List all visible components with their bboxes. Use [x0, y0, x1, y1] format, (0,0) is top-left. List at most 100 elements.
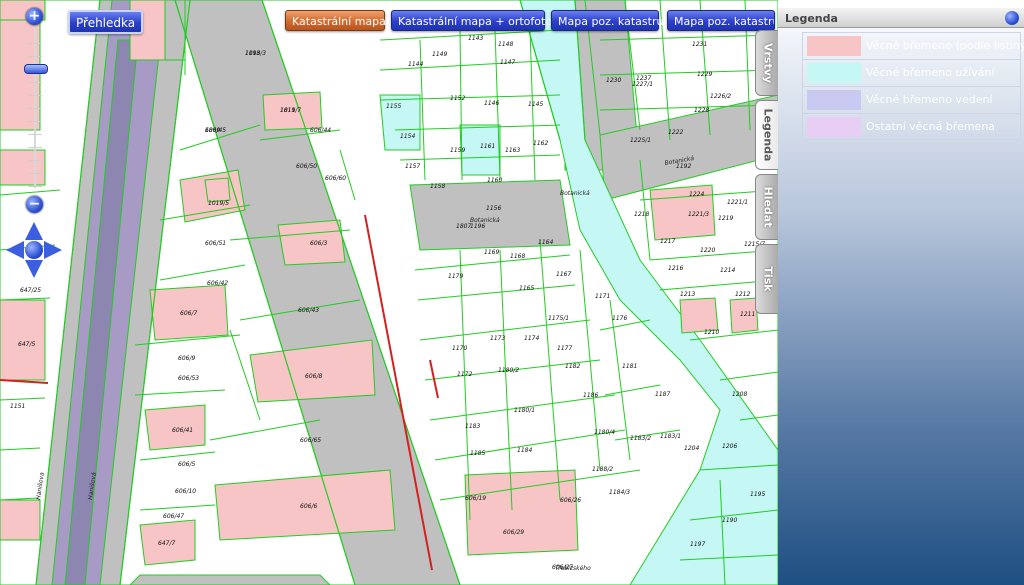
parcel-number: 1195 [750, 491, 765, 498]
zoom-tick [28, 56, 42, 57]
parcel-number: 1196 [470, 223, 485, 230]
easement-use [459, 124, 501, 176]
street-name: Botanická [470, 217, 500, 224]
parcel-number: 1809 [205, 127, 220, 134]
layer-button-cadastral-ortho[interactable]: Katastrální mapa + ortofoto [391, 10, 552, 31]
parcel-number: 1176 [612, 315, 627, 322]
easement-listing [0, 499, 41, 541]
parcel-number: 1173 [490, 335, 505, 342]
legend-swatch [807, 63, 861, 83]
parcel-number: 1182 [565, 363, 580, 370]
legend-label: Věcné břemeno užívání [866, 66, 995, 79]
parcel-number: 1222 [668, 129, 683, 136]
parcel-number: 1169 [484, 249, 499, 256]
pan-left-icon[interactable] [6, 241, 24, 259]
zoom-tick [28, 134, 42, 135]
parcel-number: 606/29 [503, 529, 524, 536]
parcel-number: 1180/2 [498, 367, 519, 374]
parcel-number: 1211 [740, 311, 755, 318]
parcel-number: 1187 [655, 391, 670, 398]
easement-listing [204, 177, 231, 203]
easement-listing [0, 299, 46, 381]
parcel-number: 1184/3 [609, 489, 630, 496]
street-name: Botanická [560, 190, 590, 197]
pan-down-icon[interactable] [25, 260, 43, 278]
layer-button-land-cadastre-2[interactable]: Mapa poz. katastru [667, 10, 775, 31]
legend-label: Ostatní věcná břemena [866, 120, 996, 133]
parcel-number: 1149 [432, 51, 447, 58]
zoom-control: + − [20, 8, 50, 218]
parcel-number: 1224 [689, 191, 704, 198]
parcel-number: 1183/1 [660, 433, 681, 440]
parcel-number: 1177 [557, 345, 572, 352]
parcel-number: 1197 [690, 541, 705, 548]
parcel-number: 1172 [457, 371, 472, 378]
layer-button-cadastral-map[interactable]: Katastrální mapa [285, 10, 386, 31]
parcel-number: 1210 [704, 329, 719, 336]
easement-listing [464, 469, 579, 556]
parcel-number: 1156 [486, 205, 501, 212]
parcel-number: 1179 [448, 273, 463, 280]
parcel-number: 1230 [606, 77, 621, 84]
parcel-number: 606/41 [172, 427, 193, 434]
parcel-number: 1152 [450, 95, 465, 102]
parcel-number: 1181 [622, 363, 637, 370]
parcel-number: 606/19 [465, 495, 486, 502]
parcel-number: 1144 [408, 61, 423, 68]
parcel-number: 1145 [528, 101, 543, 108]
pan-center-button[interactable] [25, 241, 43, 259]
parcel-number: 1212 [735, 291, 750, 298]
parcel-number: 606/53 [178, 375, 199, 382]
parcel-number: 1225/1 [630, 137, 651, 144]
map-canvas[interactable]: 1018/31019/7606/45 606/44606/50606/601019… [0, 0, 778, 585]
legend-list: Věcné břemeno (podle listiny) Věcné břem… [802, 32, 1024, 140]
parcel-number: 1217 [660, 238, 675, 245]
parcel-number: 1219 [718, 215, 733, 222]
pan-up-icon[interactable] [25, 222, 43, 240]
tab-print-label: Tisk [761, 266, 774, 292]
parcel-number: 606/3 [310, 240, 327, 247]
legend-item: Věcné břemeno užívání [802, 59, 1021, 86]
legend-label: Věcné břemeno vedení [866, 93, 993, 106]
tab-legend[interactable]: Legenda [755, 100, 779, 170]
parcel-number: 606/43 [298, 307, 319, 314]
road [129, 574, 331, 585]
layer-button-land-cadastre-1[interactable]: Mapa poz. katastru [551, 10, 663, 31]
parcel-number: 1161 [480, 143, 495, 150]
legend-title: Legenda [785, 12, 838, 25]
parcel-number: 606/42 [207, 280, 228, 287]
pan-right-icon[interactable] [44, 241, 62, 259]
parcel-number: 1231 [692, 41, 707, 48]
parcel-number: 1170 [452, 345, 467, 352]
pan-control [6, 222, 62, 278]
parcel-number: 606/6 [300, 503, 317, 510]
zoom-slider-handle[interactable] [24, 64, 48, 74]
parcel-number: 1143 [468, 35, 483, 42]
street-name: Třebízského [555, 565, 591, 572]
tab-print[interactable]: Tisk [755, 244, 779, 314]
parcel-number: 1190 [722, 517, 737, 524]
parcel-number: 1220 [700, 247, 715, 254]
parcel-number: 606/9 [178, 355, 195, 362]
overview-button[interactable]: Přehledka [68, 10, 143, 34]
parcel-number: 1186 [583, 392, 598, 399]
parcel-number: 1019/5 [208, 200, 229, 207]
legend-swatch [807, 117, 861, 137]
parcel-number: 1168 [510, 253, 525, 260]
tab-layers[interactable]: Vrstvy [755, 30, 779, 96]
parcel-number: 1226/2 [710, 93, 731, 100]
parcel-number: 1227/1 [632, 81, 653, 88]
zoom-in-button[interactable]: + [26, 8, 43, 25]
parcel-number: 1229 [697, 71, 712, 78]
tab-search[interactable]: Hledat [755, 174, 779, 240]
parcel-number: 606/51 [205, 240, 226, 247]
panel-toggle-icon[interactable] [1005, 11, 1019, 25]
parcel-number: 1160 [487, 177, 502, 184]
legend-panel-header: Legenda [778, 8, 1024, 28]
parcel-number: 1221/1 [727, 199, 748, 206]
easement-listing [679, 297, 719, 334]
parcel-number: 606/5 [178, 461, 195, 468]
cadastral-map[interactable]: 1018/3 1019/7 606/45 606/44 606/50 606/60 1019… [0, 0, 778, 585]
zoom-out-button[interactable]: − [26, 196, 43, 213]
parcel-number: 1188/2 [592, 466, 613, 473]
